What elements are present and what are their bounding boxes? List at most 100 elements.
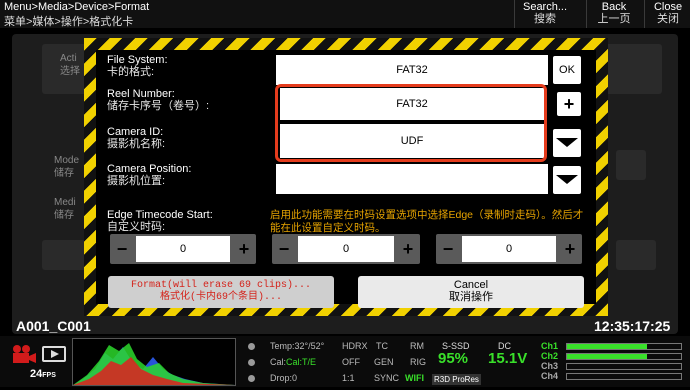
back-button[interactable]: Back 上一页 — [586, 0, 641, 28]
ch2-meter — [566, 353, 682, 360]
ch4-meter — [566, 373, 682, 380]
fps-value: 24 — [30, 368, 43, 380]
cal-readout: Cal:Cal:T/E — [270, 357, 317, 367]
status-dot — [248, 359, 255, 366]
minus-button[interactable]: − — [272, 234, 296, 264]
camera-position-dropdown[interactable] — [553, 166, 581, 194]
status-dot — [248, 375, 255, 382]
stepper-value[interactable]: 0 — [462, 236, 556, 262]
timecode-display: 12:35:17:25 — [594, 318, 671, 334]
plus-button[interactable]: + — [558, 234, 582, 264]
bg-row-right2 — [616, 240, 656, 270]
bg-label-cn: 储存 — [54, 210, 74, 221]
camera-id-label: Camera ID: 摄影机名称: — [107, 126, 165, 150]
cal-value: Cal:T/E — [286, 357, 317, 367]
bg-label-cn: 选择 — [60, 66, 80, 77]
stepper-value[interactable]: 0 — [298, 236, 394, 262]
highlight-box — [275, 84, 547, 162]
edge-timecode-label: Edge Timecode Start: 自定义时码: — [107, 209, 213, 233]
search-label: Search... — [522, 1, 568, 13]
camera-id-label-cn: 摄影机名称: — [107, 138, 166, 150]
back-label-cn: 上一页 — [597, 13, 631, 25]
bg-row-left — [42, 240, 88, 270]
ssd-value: 95% — [438, 350, 469, 367]
cancel-button[interactable]: Cancel 取消操作 — [358, 276, 584, 308]
reel-plus-button[interactable]: + — [557, 92, 581, 116]
file-system-label-en: File System: — [107, 54, 168, 66]
temp-readout: Temp:32°/52° — [270, 341, 325, 351]
ratio-value: 1:1 — [342, 373, 355, 383]
camera-id-label-en: Camera ID: — [107, 126, 164, 138]
tc-value: GEN — [374, 357, 394, 367]
camera-position-label-cn: 摄影机位置: — [107, 175, 166, 187]
wifi-label: WIFI — [405, 373, 424, 383]
ch4-label: Ch4 — [541, 371, 559, 381]
ch3-label: Ch3 — [541, 361, 559, 371]
histogram — [72, 338, 236, 386]
format-label-cn: 格式化(卡内69个条目)... — [159, 292, 282, 303]
ch3-meter — [566, 363, 682, 370]
ch2-label: Ch2 — [541, 351, 559, 361]
timecode-stepper-minutes: − 0 + — [272, 234, 420, 264]
bg-row-action-label: Acti 选择 — [60, 52, 80, 78]
cancel-label-cn: 取消操作 — [449, 291, 493, 303]
fps-readout: 24FPS — [30, 368, 56, 380]
plus-button[interactable]: + — [396, 234, 420, 264]
file-system-label: File System: 卡的格式: — [107, 54, 168, 78]
clip-name: A001_C001 — [16, 318, 91, 334]
bg-label-en: Mode — [54, 155, 80, 166]
rm-value: RIG — [410, 357, 427, 367]
chevron-down-icon — [556, 175, 578, 184]
close-label-cn: 关闭 — [657, 13, 679, 25]
ok-button[interactable]: OK — [553, 56, 581, 84]
format-label: Format(will erase 69 clips)... — [130, 280, 312, 291]
stepper-value[interactable]: 0 — [136, 236, 230, 262]
status-dot — [248, 343, 255, 350]
reel-number-label-en: Reel Number: — [107, 88, 175, 100]
ch1-meter — [566, 343, 682, 350]
file-system-label-cn: 卡的格式: — [107, 66, 155, 78]
cancel-label: Cancel — [453, 279, 489, 291]
timecode-hint: 启用此功能需要在时码设置选项中选择Edge（录制时走码）。然后才能在此设置自定义… — [270, 209, 584, 234]
reel-number-label-cn: 储存卡序号（卷号）: — [107, 100, 210, 112]
search-button[interactable]: Search... 搜索 — [514, 0, 575, 28]
record-camera-icon[interactable] — [10, 344, 38, 364]
timecode-stepper-seconds: − 0 + — [436, 234, 582, 264]
minus-button[interactable]: − — [436, 234, 460, 264]
drop-readout: Drop:0 — [270, 373, 298, 383]
playback-icon[interactable] — [42, 346, 66, 362]
edge-timecode-label-cn: 自定义时码: — [107, 221, 166, 233]
codec-label: R3D ProRes — [432, 374, 481, 385]
bg-label-en: Medi — [54, 197, 76, 208]
minus-button[interactable]: − — [110, 234, 134, 264]
bg-row-mode-label: Mode 储存 — [54, 154, 79, 180]
camera-position-label: Camera Position: 摄影机位置: — [107, 163, 191, 187]
hdrx-label: HDRX — [342, 341, 368, 351]
timecode-stepper-hours: − 0 + — [110, 234, 256, 264]
camera-position-label-en: Camera Position: — [107, 163, 192, 175]
bg-row-media-label: Medi 储存 — [54, 196, 76, 222]
hdrx-value: OFF — [342, 357, 360, 367]
ch1-label: Ch1 — [541, 341, 559, 351]
close-label: Close — [653, 1, 683, 13]
search-label-cn: 搜索 — [534, 13, 556, 25]
dc-value: 15.1V — [488, 350, 528, 367]
close-button[interactable]: Close 关闭 — [644, 0, 690, 28]
edge-timecode-label-en: Edge Timecode Start: — [107, 209, 213, 221]
bg-row-right — [616, 150, 646, 180]
camera-position-field[interactable] — [276, 164, 548, 194]
bg-label-cn: 储存 — [54, 168, 74, 179]
fps-unit: FPS — [42, 372, 56, 379]
bg-label-en: Acti — [60, 53, 77, 64]
plus-button[interactable]: + — [232, 234, 256, 264]
chevron-down-icon — [556, 138, 578, 147]
breadcrumb-cn: 菜单>媒体>操作>格式化卡 — [4, 16, 134, 28]
reel-number-label: Reel Number: 储存卡序号（卷号）: — [107, 88, 209, 112]
back-label: Back — [601, 1, 627, 13]
file-system-field[interactable]: FAT32 — [276, 55, 548, 85]
format-button[interactable]: Format(will erase 69 clips)... 格式化(卡内69个… — [108, 276, 334, 308]
camera-id-dropdown[interactable] — [553, 129, 581, 157]
breadcrumb-en: Menu>Media>Device>Format — [4, 1, 150, 13]
rm-label: RM — [410, 341, 424, 351]
tc-label: TC — [376, 341, 388, 351]
